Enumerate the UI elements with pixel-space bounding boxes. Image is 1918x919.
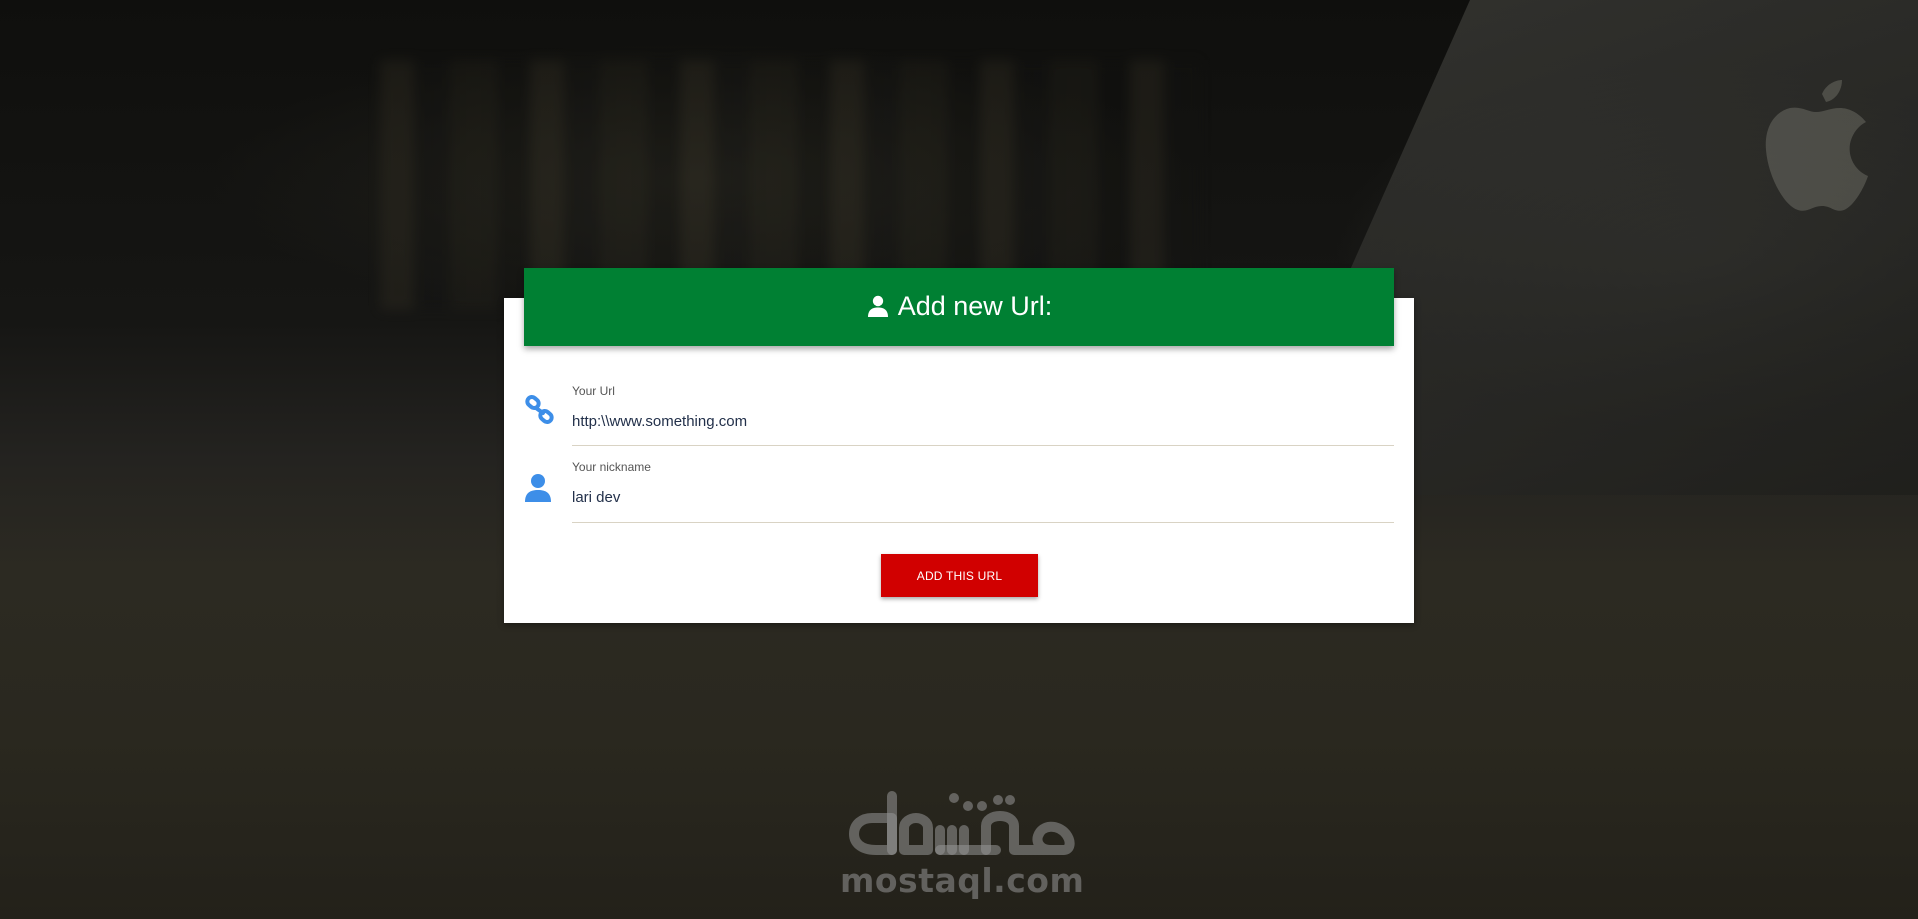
url-input[interactable] <box>572 410 1394 432</box>
form-title: Add new Url: <box>897 290 1053 321</box>
apple-logo-icon <box>1765 80 1868 211</box>
nickname-underline <box>572 522 1394 523</box>
url-label: Your Url <box>572 384 615 398</box>
user-icon <box>525 474 551 502</box>
nickname-input[interactable] <box>572 486 1394 508</box>
mostaql-watermark: mostaql.com <box>840 790 1085 900</box>
nickname-field: Your nickname <box>524 454 1394 524</box>
form-header: Add new Url: <box>524 268 1394 346</box>
user-icon <box>867 295 888 317</box>
watermark-text: mostaql.com <box>840 861 1085 900</box>
url-field: Your Url <box>524 378 1394 448</box>
link-icon <box>525 395 554 424</box>
url-underline <box>572 445 1394 446</box>
mostaql-logo-icon <box>849 791 1075 855</box>
nickname-label: Your nickname <box>572 460 651 474</box>
add-url-button[interactable]: ADD THIS URL <box>881 554 1038 597</box>
